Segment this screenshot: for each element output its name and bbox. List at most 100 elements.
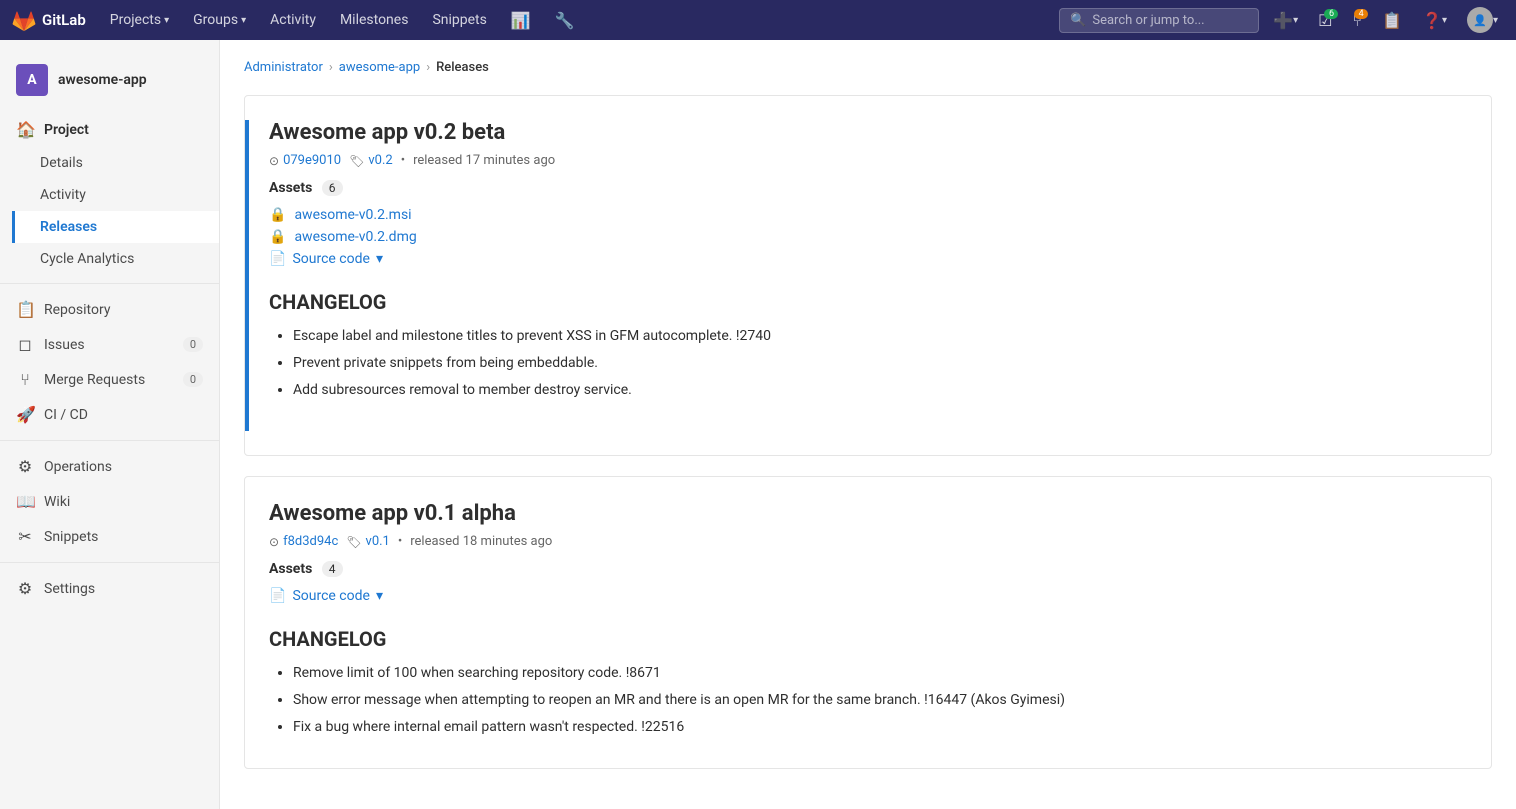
sidebar-item-details-label: Details [40,155,203,171]
commit-icon: ⊙ [269,154,279,168]
gitlab-logo[interactable]: GitLab [12,8,86,32]
nav-projects[interactable]: Projects ▾ [102,12,177,28]
nav-groups[interactable]: Groups ▾ [185,12,254,28]
sidebar-item-snippets-label: Snippets [44,529,203,545]
new-item-chevron-icon: ▾ [1293,15,1298,26]
release-1-asset-msi[interactable]: 🔒 awesome-v0.2.msi [269,204,1467,226]
sidebar-item-merge-requests-label: Merge Requests [44,372,173,388]
main-content: Administrator › awesome-app › Releases A… [220,40,1516,809]
release-1-container: Awesome app v0.2 beta ⊙ 079e9010 🏷 v0.2 … [245,120,1491,431]
sidebar-item-merge-requests[interactable]: ⑂ Merge Requests 0 [0,362,219,397]
merge-requests-icon: ⑂ [16,370,34,389]
source-code-chevron-1: ▾ [376,251,383,267]
sidebar-item-snippets[interactable]: ✂ Snippets [0,519,219,554]
sidebar-item-issues-label: Issues [44,337,173,353]
repository-icon: 📋 [16,300,34,319]
sidebar-item-activity-label: Activity [40,187,203,203]
gitlab-wordmark: GitLab [42,11,86,29]
sidebar-item-project-label: Project [44,122,203,138]
sidebar-item-operations-label: Operations [44,459,203,475]
help-chevron-icon: ▾ [1442,15,1447,26]
release-2-changelog-title: CHANGELOG [269,627,1467,651]
sidebar-item-details[interactable]: Details [12,147,219,179]
issues-icon: ◻ [16,335,34,354]
sidebar-item-releases[interactable]: Releases [12,211,219,243]
release-1-changelog-list: Escape label and milestone titles to pre… [269,326,1467,401]
todo-button[interactable]: ☑ 6 [1312,11,1338,30]
operations-icon: ⚙ [16,457,34,476]
release-2-commit-hash[interactable]: f8d3d94c [283,534,338,549]
release-1-time: • [401,153,405,168]
merge-request-badge: 4 [1354,9,1368,19]
release-card-1: Awesome app v0.2 beta ⊙ 079e9010 🏷 v0.2 … [244,95,1492,456]
release-1-title: Awesome app v0.2 beta [269,120,1467,145]
release-1-asset-dmg[interactable]: 🔒 awesome-v0.2.dmg [269,226,1467,248]
sidebar-item-cicd[interactable]: 🚀 CI / CD [0,397,219,432]
sidebar-item-cycle-analytics[interactable]: Cycle Analytics [12,243,219,275]
release-1-tag: 🏷 v0.2 [349,153,393,168]
clipboard-button[interactable]: 📋 [1376,11,1408,30]
release-2-changelog-list: Remove limit of 100 when searching repos… [269,663,1467,738]
sidebar-item-releases-label: Releases [40,219,203,235]
changelog-item: Fix a bug where internal email pattern w… [293,717,1467,738]
issues-count: 0 [183,337,203,352]
todo-badge: 6 [1324,9,1338,19]
sidebar-item-settings-label: Settings [44,581,203,597]
changelog-item: Remove limit of 100 when searching repos… [293,663,1467,684]
nav-activity[interactable]: Activity [262,12,324,28]
new-item-button[interactable]: ➕ ▾ [1267,11,1304,30]
help-button[interactable]: ❓ ▾ [1416,11,1453,30]
release-1-changelog-title: CHANGELOG [269,290,1467,314]
project-name: awesome-app [58,72,147,88]
nav-snippets[interactable]: Snippets [424,12,494,28]
search-placeholder: Search or jump to... [1092,13,1204,28]
sidebar-item-operations[interactable]: ⚙ Operations [0,449,219,484]
breadcrumb-awesome-app[interactable]: awesome-app [339,60,420,75]
sidebar-item-repository[interactable]: 📋 Repository [0,292,219,327]
search-bar[interactable]: 🔍 Search or jump to... [1059,8,1259,33]
release-1-tag-name[interactable]: v0.2 [368,153,392,168]
changelog-item: Escape label and milestone titles to pre… [293,326,1467,347]
top-navigation: GitLab Projects ▾ Groups ▾ Activity Mile… [0,0,1516,40]
release-1-source-code[interactable]: 📄 Source code ▾ [269,248,1467,270]
nav-milestones[interactable]: Milestones [332,12,417,28]
breadcrumb-administrator[interactable]: Administrator [244,60,323,75]
release-1-released: released 17 minutes ago [413,153,555,168]
breadcrumb: Administrator › awesome-app › Releases [244,60,1492,75]
nav-chart-icon[interactable]: 📊 [503,11,539,30]
release-1-assets-count: 6 [322,180,343,196]
sidebar: A awesome-app 🏠 Project Details Activity… [0,40,220,809]
sidebar-item-settings[interactable]: ⚙ Settings [0,571,219,606]
nav-wrench-icon[interactable]: 🔧 [547,11,583,30]
project-avatar: A [16,64,48,96]
settings-icon: ⚙ [16,579,34,598]
changelog-item: Prevent private snippets from being embe… [293,353,1467,374]
snippets-icon: ✂ [16,527,34,546]
release-2-meta: ⊙ f8d3d94c 🏷 v0.1 • released 18 minutes … [269,534,1467,549]
commit-icon-2: ⊙ [269,535,279,549]
source-code-chevron-2: ▾ [376,588,383,604]
projects-chevron-icon: ▾ [164,15,169,26]
tag-icon: 🏷 [349,154,364,168]
release-1-commit-hash[interactable]: 079e9010 [283,153,341,168]
release-2-source-code[interactable]: 📄 Source code ▾ [269,585,1467,607]
release-2-tag-name[interactable]: v0.1 [366,534,390,549]
changelog-item: Show error message when attempting to re… [293,690,1467,711]
user-chevron-icon: ▾ [1493,15,1498,26]
source-code-icon-1: 📄 [269,251,286,267]
changelog-item: Add subresources removal to member destr… [293,380,1467,401]
sidebar-item-project[interactable]: 🏠 Project [0,112,219,147]
sidebar-item-wiki[interactable]: 📖 Wiki [0,484,219,519]
sidebar-item-activity[interactable]: Activity [12,179,219,211]
merge-requests-count: 0 [183,372,203,387]
user-avatar-button[interactable]: 👤 ▾ [1461,7,1504,33]
release-2-commit: ⊙ f8d3d94c [269,534,338,549]
sidebar-item-wiki-label: Wiki [44,494,203,510]
sidebar-item-repository-label: Repository [44,302,203,318]
merge-request-button[interactable]: ⑂ 4 [1346,11,1368,30]
asset-dmg-icon: 🔒 [269,229,286,245]
user-avatar: 👤 [1467,7,1493,33]
release-2-assets-header: Assets 4 [269,561,1467,577]
tag-icon-2: 🏷 [346,535,361,549]
sidebar-item-issues[interactable]: ◻ Issues 0 [0,327,219,362]
